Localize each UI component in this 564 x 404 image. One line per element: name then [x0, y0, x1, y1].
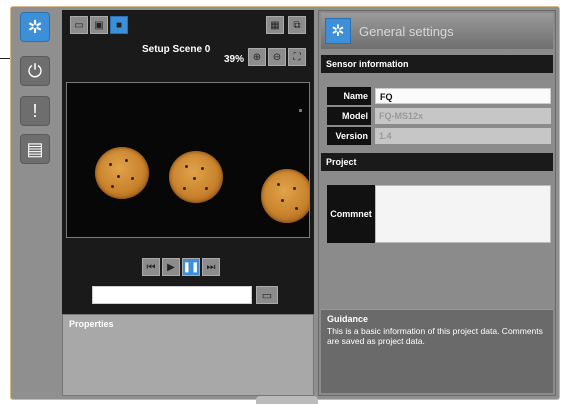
name-field[interactable]: FQ [375, 88, 551, 104]
scene-label: Setup Scene 0 [142, 44, 211, 55]
resize-grip[interactable] [256, 396, 318, 404]
properties-label: Properties [69, 319, 114, 329]
properties-panel: Properties [62, 314, 314, 396]
zoom-level: 39% [224, 54, 245, 65]
zoom-region-icon[interactable]: ⧉ [288, 16, 306, 34]
toolbox-icon[interactable]: ▤ [20, 134, 50, 164]
camera-panel: ▭ ▣ ■ ▦ ⧉ Setup Scene 0 39% ⊕ ⊖ ⛶ ⏮ ▶ ❚❚… [62, 10, 314, 316]
panel-header: ✲ General settings [321, 13, 553, 49]
fit-icon[interactable]: ⛶ [288, 48, 306, 66]
guidance-panel: Guidance This is a basic information of … [321, 309, 553, 393]
alert-icon[interactable]: ! [20, 96, 50, 126]
general-settings-panel: ✲ General settings Sensor information Na… [318, 10, 556, 396]
version-field: 1.4 [375, 128, 551, 144]
pause-icon[interactable]: ❚❚ [182, 258, 200, 276]
grid-icon[interactable]: ▦ [266, 16, 284, 34]
zoom-in-icon[interactable]: ⊕ [248, 48, 266, 66]
gear-icon: ✲ [325, 18, 351, 44]
version-label: Version [327, 127, 371, 145]
play-icon[interactable]: ▶ [162, 258, 180, 276]
model-field: FQ-MS12x [375, 108, 551, 124]
cracker-object [261, 169, 309, 223]
power-icon[interactable]: ⏻ [20, 56, 50, 86]
monitor-settings-icon[interactable]: ▣ [90, 16, 108, 34]
folder-view-icon[interactable]: ■ [110, 16, 128, 34]
camera-image[interactable] [66, 82, 310, 238]
guidance-title: Guidance [327, 314, 369, 324]
skip-back-icon[interactable]: ⏮ [142, 258, 160, 276]
monitor-icon[interactable]: ▭ [70, 16, 88, 34]
name-label: Name [327, 87, 371, 105]
cracker-object [169, 151, 223, 203]
sensor-info-heading: Sensor information [321, 55, 553, 73]
project-heading: Project [321, 153, 553, 171]
comment-label: Commnet [327, 185, 375, 243]
dust-speck [299, 109, 302, 112]
model-label: Model [327, 107, 371, 125]
comment-field[interactable] [375, 185, 551, 243]
gear-icon[interactable]: ✲ [20, 12, 50, 42]
left-toolbar: ✲ ⏻ ! ▤ [14, 10, 58, 396]
guidance-text: This is a basic information of this proj… [327, 326, 543, 346]
folder-icon[interactable]: ▭ [256, 286, 278, 304]
cracker-object [95, 147, 149, 199]
file-path-input[interactable] [92, 286, 252, 304]
panel-title: General settings [359, 24, 454, 39]
skip-forward-icon[interactable]: ⏭ [202, 258, 220, 276]
zoom-out-icon[interactable]: ⊖ [268, 48, 286, 66]
